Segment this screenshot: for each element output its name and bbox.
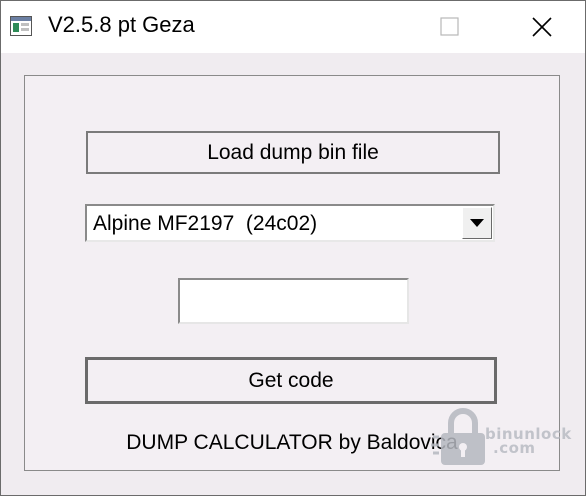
get-code-button[interactable]: Get code bbox=[85, 357, 497, 404]
maximize-button[interactable] bbox=[427, 1, 473, 53]
close-icon bbox=[532, 17, 552, 37]
code-output-field[interactable] bbox=[178, 278, 409, 324]
watermark-line2: .com bbox=[493, 439, 536, 457]
window-title: V2.5.8 pt Geza bbox=[48, 12, 195, 37]
model-select-value: Alpine MF2197 (24c02) bbox=[93, 212, 318, 235]
title-bar[interactable]: V2.5.8 pt Geza bbox=[1, 1, 585, 53]
model-select[interactable]: Alpine MF2197 (24c02) bbox=[85, 204, 495, 242]
app-window: V2.5.8 pt Geza Load dump bin file Alpine… bbox=[0, 0, 586, 496]
watermark: binunlock .com bbox=[429, 405, 579, 471]
close-button[interactable] bbox=[519, 1, 565, 53]
maximize-icon bbox=[440, 17, 459, 36]
padlock-logo-icon bbox=[431, 408, 485, 465]
app-window-icon bbox=[10, 16, 32, 36]
load-dump-button[interactable]: Load dump bin file bbox=[86, 131, 500, 174]
watermark-text: binunlock .com bbox=[485, 427, 572, 457]
model-select-dropdown-button[interactable] bbox=[462, 207, 492, 239]
dropdown-arrow-icon bbox=[470, 219, 484, 227]
